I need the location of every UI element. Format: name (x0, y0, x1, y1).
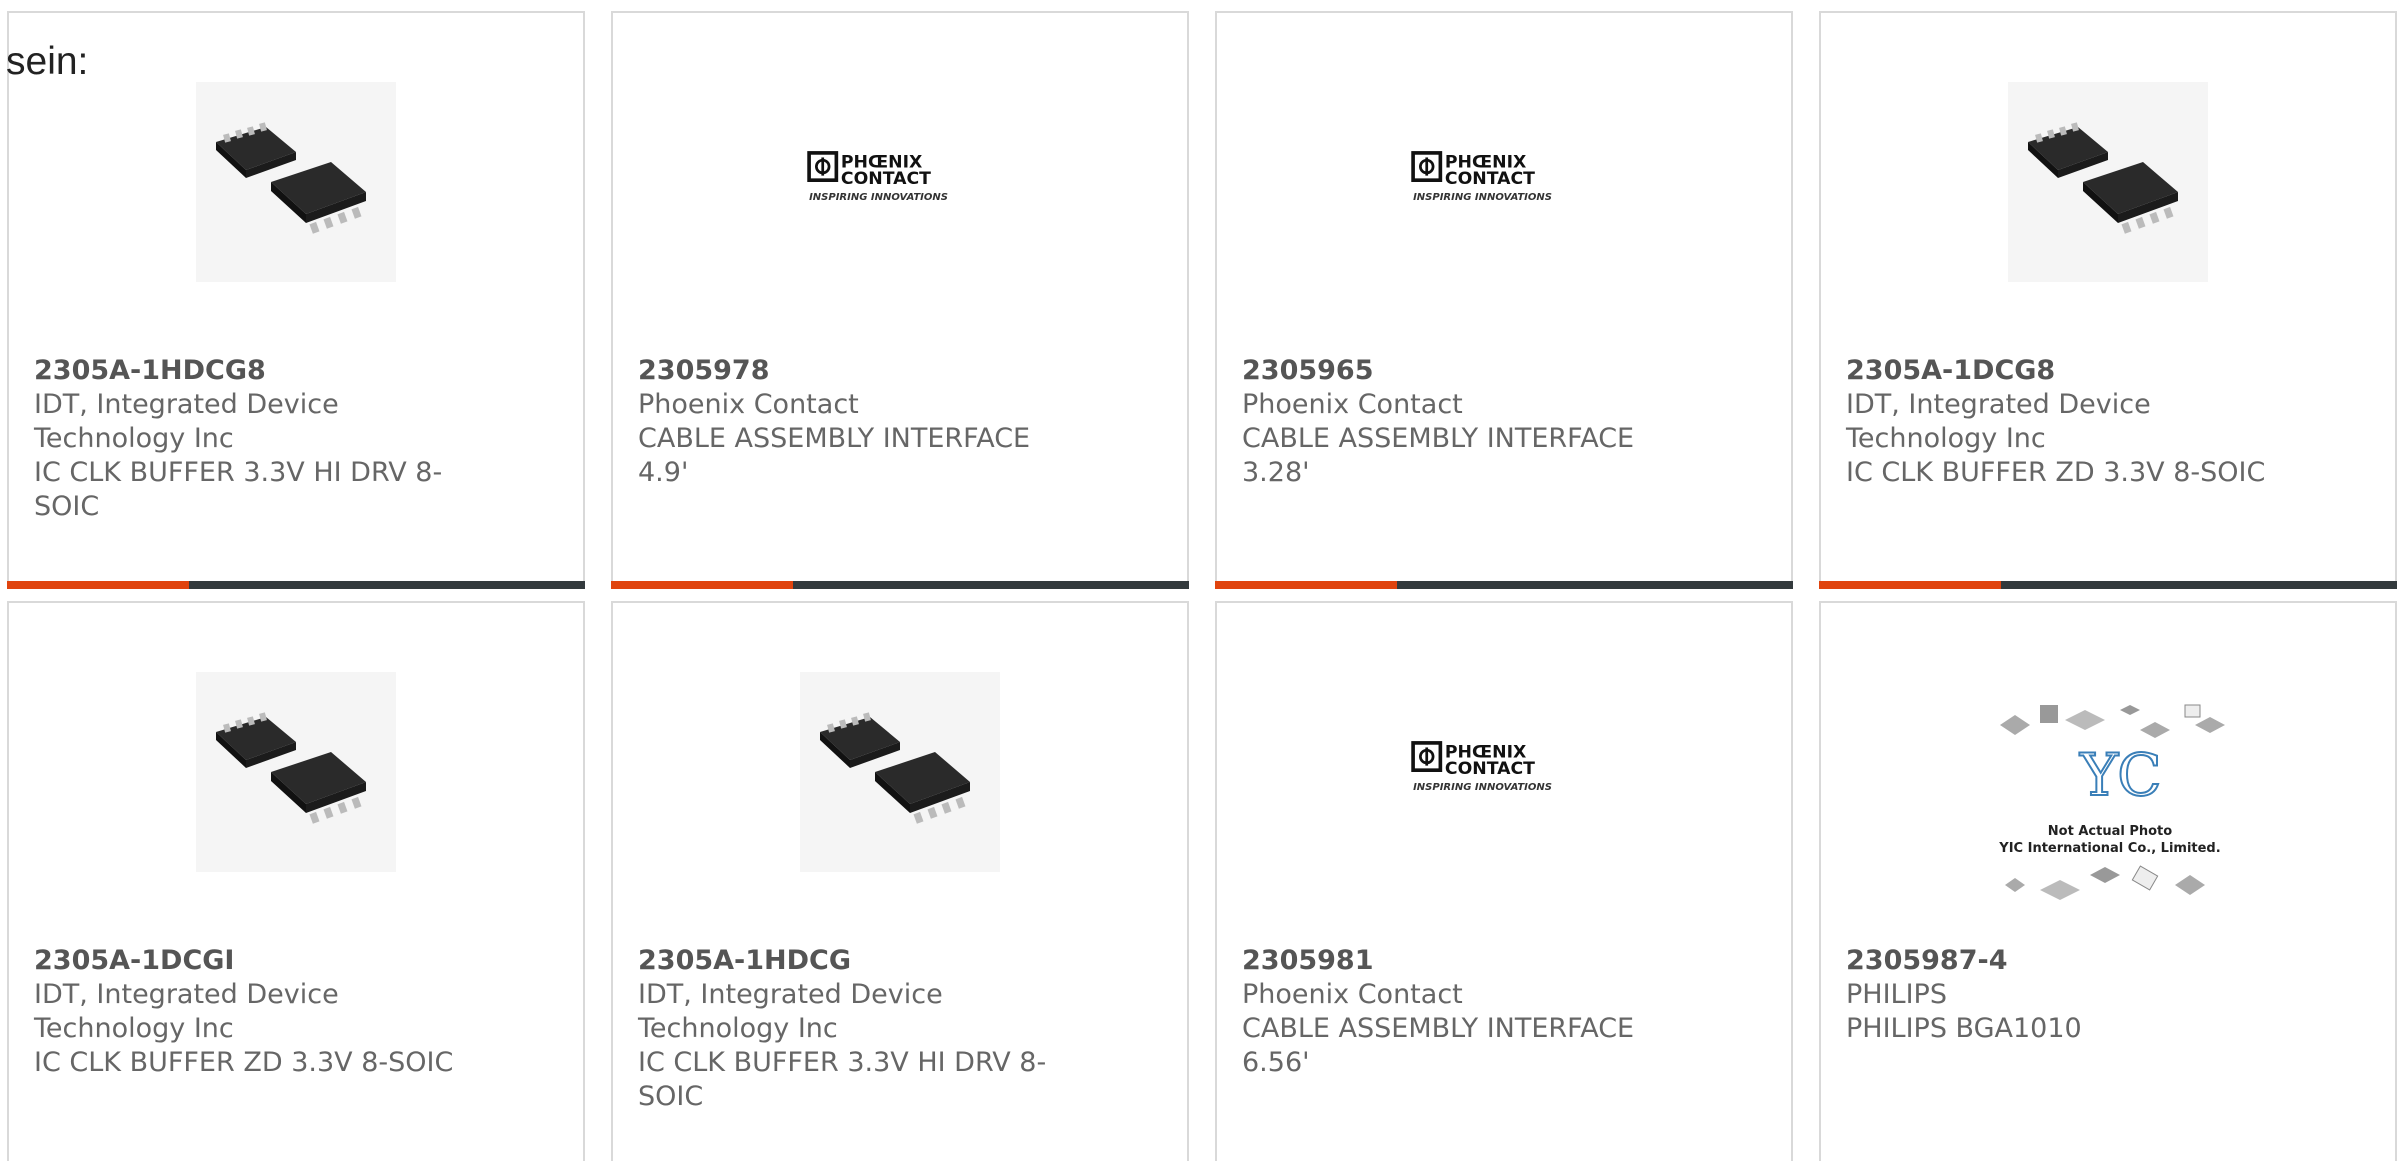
card-bottom-bar (7, 581, 585, 589)
product-image[interactable] (196, 82, 396, 282)
phoenix-contact-logo: PHŒNIX CONTACT INSPIRING INNOVATIONS (1411, 151, 1552, 203)
product-info: 2305965 Phoenix Contact CABLE ASSEMBLY I… (1242, 354, 1672, 490)
product-card[interactable]: PHŒNIX CONTACT INSPIRING INNOVATIONS 230… (1215, 11, 1793, 589)
product-card[interactable]: 2305A-1DCG8 IDT, Integrated Device Techn… (1819, 11, 2397, 589)
product-image[interactable]: PHŒNIX CONTACT INSPIRING INNOVATIONS (1404, 82, 1604, 282)
product-grid: 2305A-1HDCG8 IDT, Integrated Device Tech… (0, 0, 2400, 1161)
description: CABLE ASSEMBLY INTERFACE 3.28' (1242, 423, 1635, 488)
stray-text: sein: (6, 40, 89, 83)
product-card[interactable]: 2305A-1HDCG8 IDT, Integrated Device Tech… (7, 11, 585, 589)
description: IC CLK BUFFER ZD 3.3V 8-SOIC (1846, 457, 2266, 488)
svg-text:CONTACT: CONTACT (1445, 759, 1535, 779)
product-card[interactable]: 2305A-1DCGI IDT, Integrated Device Techn… (7, 601, 585, 1161)
part-number[interactable]: 2305A-1HDCG8 (34, 355, 266, 386)
part-number[interactable]: 2305981 (1242, 945, 1374, 976)
description: IC CLK BUFFER ZD 3.3V 8-SOIC (34, 1047, 454, 1078)
svg-text:INSPIRING INNOVATIONS: INSPIRING INNOVATIONS (1413, 192, 1552, 203)
part-number[interactable]: 2305978 (638, 355, 770, 386)
product-card[interactable]: YC Not Actual Photo YIC International Co… (1819, 601, 2397, 1161)
description: CABLE ASSEMBLY INTERFACE 4.9' (638, 423, 1031, 488)
part-number[interactable]: 2305A-1DCG8 (1846, 355, 2055, 386)
manufacturer: IDT, Integrated Device Technology Inc (1846, 389, 2151, 454)
product-image[interactable]: PHŒNIX CONTACT INSPIRING INNOVATIONS (1404, 672, 1604, 872)
product-info: 2305978 Phoenix Contact CABLE ASSEMBLY I… (638, 354, 1068, 490)
card-bottom-bar (1215, 581, 1793, 589)
manufacturer: Phoenix Contact (1242, 389, 1463, 420)
product-card[interactable]: PHŒNIX CONTACT INSPIRING INNOVATIONS 230… (611, 11, 1189, 589)
svg-text:INSPIRING INNOVATIONS: INSPIRING INNOVATIONS (809, 192, 948, 203)
product-info: 2305A-1HDCG IDT, Integrated Device Techn… (638, 944, 1068, 1114)
soic-8-chip-icon (820, 712, 970, 824)
part-number[interactable]: 2305A-1HDCG (638, 945, 851, 976)
manufacturer: IDT, Integrated Device Technology Inc (34, 979, 339, 1044)
product-image[interactable] (800, 672, 1000, 872)
description: IC CLK BUFFER 3.3V HI DRV 8-SOIC (638, 1047, 1047, 1112)
product-image[interactable]: YC Not Actual Photo YIC International Co… (1980, 685, 2240, 925)
soic-8-chip-icon (216, 122, 366, 234)
product-image[interactable] (196, 672, 396, 872)
svg-text:YIC International Co., Limited: YIC International Co., Limited. (1998, 841, 2220, 856)
product-info: 2305A-1DCGI IDT, Integrated Device Techn… (34, 944, 464, 1080)
yic-placeholder-image: YC Not Actual Photo YIC International Co… (1998, 704, 2225, 900)
manufacturer: PHILIPS (1846, 979, 1947, 1010)
product-info: 2305981 Phoenix Contact CABLE ASSEMBLY I… (1242, 944, 1672, 1080)
product-info: 2305A-1HDCG8 IDT, Integrated Device Tech… (34, 354, 464, 524)
part-number[interactable]: 2305A-1DCGI (34, 945, 234, 976)
product-info: 2305A-1DCG8 IDT, Integrated Device Techn… (1846, 354, 2276, 490)
card-accent-bar (1215, 581, 1397, 589)
manufacturer: Phoenix Contact (1242, 979, 1463, 1010)
card-bottom-bar (611, 581, 1189, 589)
manufacturer: Phoenix Contact (638, 389, 859, 420)
description: CABLE ASSEMBLY INTERFACE 6.56' (1242, 1013, 1635, 1078)
part-number[interactable]: 2305987-4 (1846, 945, 2008, 976)
product-card[interactable]: PHŒNIX CONTACT INSPIRING INNOVATIONS 230… (1215, 601, 1793, 1161)
soic-8-chip-icon (216, 712, 366, 824)
product-image[interactable]: PHŒNIX CONTACT INSPIRING INNOVATIONS (800, 82, 1000, 282)
manufacturer: IDT, Integrated Device Technology Inc (638, 979, 943, 1044)
product-image[interactable] (2008, 82, 2208, 282)
svg-text:CONTACT: CONTACT (841, 169, 931, 189)
card-accent-bar (611, 581, 793, 589)
product-info: 2305987-4 PHILIPS PHILIPS BGA1010 (1846, 944, 2276, 1046)
description: PHILIPS BGA1010 (1846, 1013, 2082, 1044)
product-card[interactable]: 2305A-1HDCG IDT, Integrated Device Techn… (611, 601, 1189, 1161)
card-accent-bar (7, 581, 189, 589)
svg-text:Not Actual Photo: Not Actual Photo (2048, 824, 2172, 839)
manufacturer: IDT, Integrated Device Technology Inc (34, 389, 339, 454)
phoenix-contact-logo: PHŒNIX CONTACT INSPIRING INNOVATIONS (1411, 741, 1552, 793)
product-grid-page: sein: 2305A-1HDCG8 IDT, Integrated Devic… (0, 0, 2400, 1161)
part-number[interactable]: 2305965 (1242, 355, 1374, 386)
description: IC CLK BUFFER 3.3V HI DRV 8-SOIC (34, 457, 443, 522)
card-bottom-bar (1819, 581, 2397, 589)
soic-8-chip-icon (2028, 122, 2178, 234)
svg-text:YC: YC (2079, 741, 2162, 809)
svg-text:INSPIRING INNOVATIONS: INSPIRING INNOVATIONS (1413, 782, 1552, 793)
svg-text:CONTACT: CONTACT (1445, 169, 1535, 189)
phoenix-contact-logo: PHŒNIX CONTACT INSPIRING INNOVATIONS (807, 151, 948, 203)
card-accent-bar (1819, 581, 2001, 589)
